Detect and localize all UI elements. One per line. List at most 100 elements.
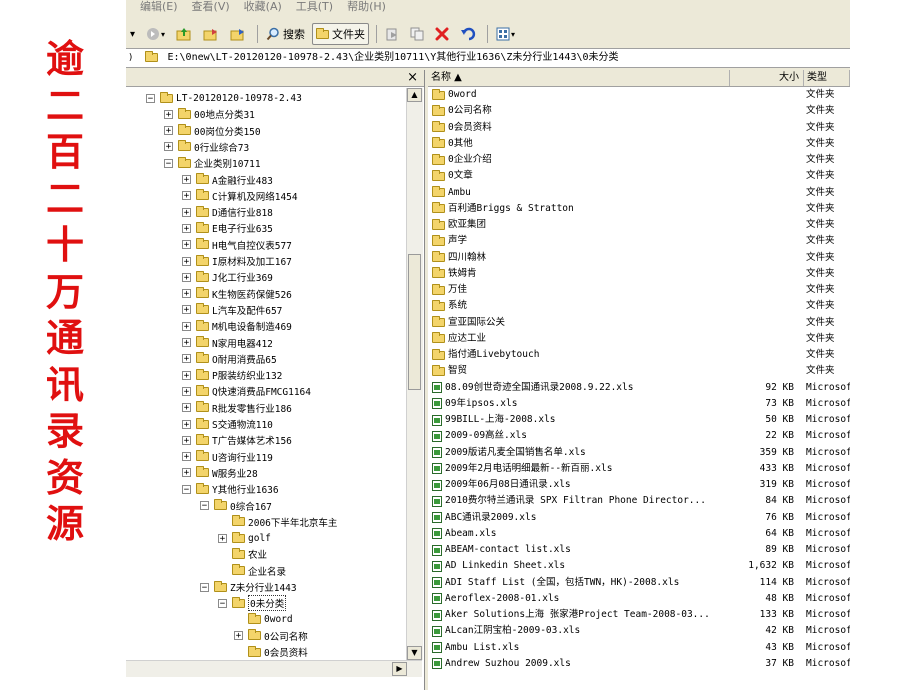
file-row[interactable]: 应达工业 文件夹: [428, 331, 850, 347]
file-row[interactable]: 铁姆肯 文件夹: [428, 266, 850, 282]
tree-item[interactable]: + K生物医药保健526: [182, 286, 292, 302]
expand-icon[interactable]: +: [182, 256, 191, 266]
file-row[interactable]: 宣亚国际公关 文件夹: [428, 315, 850, 331]
file-row[interactable]: 四川翰林 文件夹: [428, 250, 850, 266]
search-button[interactable]: 搜索: [262, 23, 309, 45]
file-row[interactable]: 欧亚集团 文件夹: [428, 217, 850, 233]
column-size[interactable]: 大小: [730, 70, 804, 86]
expand-icon[interactable]: +: [182, 289, 191, 299]
column-name[interactable]: 名称 ▲: [428, 70, 730, 86]
back-button[interactable]: ▾: [126, 23, 139, 45]
expand-icon[interactable]: +: [182, 403, 191, 413]
expand-icon[interactable]: +: [182, 272, 191, 282]
menu-item[interactable]: 帮助(H): [347, 0, 386, 14]
expand-icon[interactable]: +: [182, 240, 191, 250]
file-row[interactable]: ALcan江阴宝柏-2009-03.xls 42 KB Microsof: [428, 623, 850, 639]
expand-icon[interactable]: +: [182, 321, 191, 331]
forward-button[interactable]: ▾: [142, 23, 169, 45]
close-icon[interactable]: ×: [407, 70, 418, 86]
move-button[interactable]: [381, 23, 403, 45]
expand-icon[interactable]: +: [182, 207, 191, 217]
tree-item[interactable]: 0word: [234, 612, 293, 628]
tree-item[interactable]: + W服务业28: [182, 465, 258, 481]
file-row[interactable]: Andrew Suzhou 2009.xls 37 KB Microsof: [428, 656, 850, 672]
expand-icon[interactable]: +: [182, 305, 191, 315]
expand-icon[interactable]: +: [182, 191, 191, 201]
menu-item[interactable]: 编辑(E): [140, 0, 178, 14]
file-row[interactable]: Aeroflex-2008-01.xls 48 KB Microsof: [428, 591, 850, 607]
file-row[interactable]: 声学 文件夹: [428, 233, 850, 249]
expand-icon[interactable]: +: [182, 223, 191, 233]
tree-vertical-scrollbar[interactable]: ▲ ▼: [406, 88, 423, 660]
expand-icon[interactable]: +: [234, 631, 243, 641]
collapse-icon[interactable]: −: [200, 582, 209, 592]
tree-item[interactable]: + L汽车及配件657: [182, 302, 282, 318]
tree-item[interactable]: + U咨询行业119: [182, 449, 273, 465]
tree-item[interactable]: − LT-20120120-10978-2.43: [146, 90, 302, 106]
file-row[interactable]: ADI Staff List (全国，包括TWN，HK)-2008.xls 114…: [428, 575, 850, 591]
tree-item[interactable]: + A金融行业483: [182, 172, 273, 188]
expand-icon[interactable]: +: [182, 452, 191, 462]
tree-item[interactable]: + O耐用消费品65: [182, 351, 277, 367]
tree-item[interactable]: − 企业类别10711: [164, 155, 261, 171]
expand-icon[interactable]: +: [164, 126, 173, 136]
delete-button[interactable]: [431, 23, 453, 45]
menu-item[interactable]: 查看(V): [192, 0, 230, 14]
expand-icon[interactable]: +: [182, 175, 191, 185]
tree-item[interactable]: + E电子行业635: [182, 220, 273, 236]
tree-item[interactable]: − 0未分类: [218, 595, 287, 612]
tree-item[interactable]: + T广告媒体艺术156: [182, 432, 292, 448]
move-to-button[interactable]: [199, 23, 223, 45]
menu-item[interactable]: 收藏(A): [244, 0, 282, 14]
tree-item[interactable]: − Y其他行业1636: [182, 481, 279, 497]
expand-icon[interactable]: +: [182, 435, 191, 445]
tree-item[interactable]: + C计算机及网络1454: [182, 188, 298, 204]
tree-item[interactable]: 0会员资料: [234, 644, 308, 660]
tree-item[interactable]: + D通信行业818: [182, 204, 273, 220]
tree-item[interactable]: 农业: [218, 546, 267, 562]
tree-item[interactable]: + golf: [218, 530, 271, 546]
tree-horizontal-scrollbar[interactable]: ▶: [126, 660, 422, 677]
file-row[interactable]: 2009年2月电话明细最新--新百丽.xls 433 KB Microsof: [428, 461, 850, 477]
file-row[interactable]: 99BILL-上海-2008.xls 50 KB Microsof: [428, 412, 850, 428]
file-row[interactable]: 系统 文件夹: [428, 298, 850, 314]
tree-item[interactable]: + N家用电器412: [182, 335, 273, 351]
tree-item[interactable]: + P服装纺织业132: [182, 367, 282, 383]
tree-item[interactable]: + I原材料及加工167: [182, 253, 292, 269]
scroll-down-icon[interactable]: ▼: [407, 646, 422, 660]
file-row[interactable]: 0文章 文件夹: [428, 168, 850, 184]
file-row[interactable]: Ambu List.xls 43 KB Microsof: [428, 640, 850, 656]
file-row[interactable]: ABEAM-contact list.xls 89 KB Microsof: [428, 542, 850, 558]
file-row[interactable]: 2009年06月08日通讯录.xls 319 KB Microsof: [428, 477, 850, 493]
collapse-icon[interactable]: −: [182, 484, 191, 494]
file-row[interactable]: 0企业介绍 文件夹: [428, 152, 850, 168]
tree-item[interactable]: − 0综合167: [200, 498, 272, 514]
tree-item[interactable]: + Q快速消费品FMCG1164: [182, 383, 311, 399]
tree-item[interactable]: +00地点分类31: [164, 106, 255, 122]
address-bar[interactable]: ) E:\0new\LT-20120120-10978-2.43\企业类别107…: [126, 48, 850, 68]
copy-to-button[interactable]: [226, 23, 250, 45]
file-row[interactable]: 08.09创世奇迹全国通讯录2008.9.22.xls 92 KB Microsof: [428, 380, 850, 396]
file-row[interactable]: 0其他 文件夹: [428, 136, 850, 152]
tree-item[interactable]: + S交通物流110: [182, 416, 273, 432]
file-row[interactable]: Ambu 文件夹: [428, 185, 850, 201]
expand-icon[interactable]: +: [182, 370, 191, 380]
tree-item[interactable]: + M机电设备制造469: [182, 318, 292, 334]
views-button[interactable]: ▾: [492, 23, 519, 45]
file-row[interactable]: 2009版诺凡麦全国销售名单.xls 359 KB Microsof: [428, 445, 850, 461]
file-row[interactable]: 指付通Livebytouch 文件夹: [428, 347, 850, 363]
collapse-icon[interactable]: −: [218, 598, 227, 608]
file-row[interactable]: 智贸 文件夹: [428, 363, 850, 379]
file-row[interactable]: 万佳 文件夹: [428, 282, 850, 298]
file-row[interactable]: ABC通讯录2009.xls 76 KB Microsof: [428, 510, 850, 526]
file-row[interactable]: 0会员资料 文件夹: [428, 120, 850, 136]
tree-item[interactable]: + R批发零售行业186: [182, 400, 292, 416]
expand-icon[interactable]: +: [182, 419, 191, 429]
expand-icon[interactable]: +: [182, 354, 191, 364]
scroll-up-icon[interactable]: ▲: [407, 88, 422, 102]
menu-item[interactable]: 工具(T): [296, 0, 333, 14]
tree-item[interactable]: − Z未分行业1443: [200, 579, 297, 595]
file-row[interactable]: 09年ipsos.xls 73 KB Microsof: [428, 396, 850, 412]
file-row[interactable]: Aker Solutions上海 张家港Project Team-2008-03…: [428, 607, 850, 623]
file-row[interactable]: 2009-09高丝.xls 22 KB Microsof: [428, 428, 850, 444]
